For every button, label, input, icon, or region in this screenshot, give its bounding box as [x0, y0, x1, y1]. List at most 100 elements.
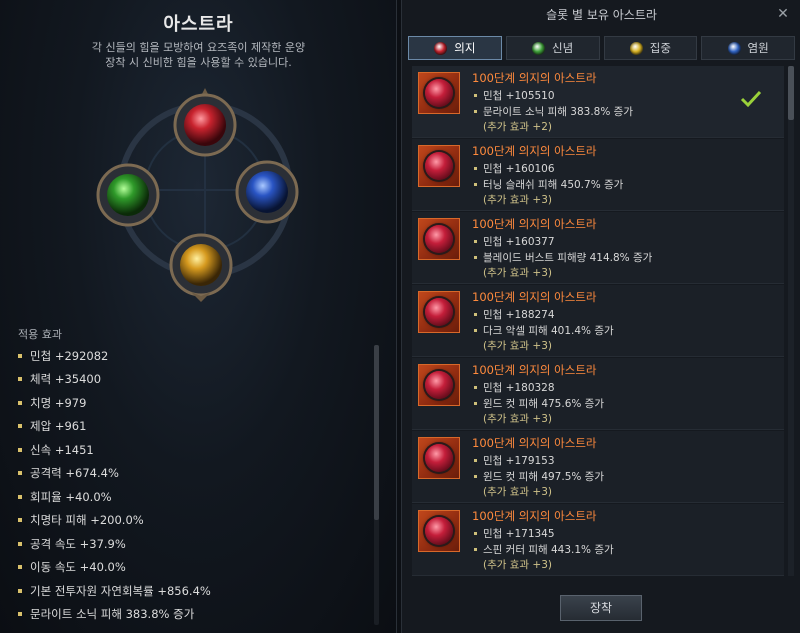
tab-faith[interactable]: 신념 — [505, 36, 600, 60]
effect-item: 기본 전투자원 자연회복률 +856.4% — [18, 579, 368, 603]
bullet-icon — [474, 532, 477, 535]
astra-stat: 민첩 +160377 — [483, 236, 555, 248]
astra-skill-line: 윈드 컷 피해 475.6% 증가 — [474, 396, 604, 411]
bullet-icon — [18, 588, 22, 593]
effect-item: 치명 +979 — [18, 391, 368, 415]
effect-item: 공격 속도 +37.9% — [18, 532, 368, 556]
bullet-icon — [474, 183, 477, 186]
tab-wish[interactable]: 염원 — [701, 36, 795, 60]
astra-stat-line: 민첩 +188274 — [474, 307, 555, 322]
red-gem-icon — [425, 298, 453, 326]
bullet-icon — [474, 459, 477, 462]
bullet-icon — [474, 167, 477, 170]
bullet-icon — [18, 518, 22, 523]
astra-stat-line: 민첩 +171345 — [474, 526, 555, 541]
tab-label: 신념 — [552, 41, 574, 55]
slot-focus-icon — [235, 160, 299, 224]
astra-skill-line: 다크 악셀 피해 401.4% 증가 — [474, 323, 614, 338]
astra-list-scroll-track[interactable] — [788, 66, 794, 576]
astra-list-item[interactable]: 100단계 의지의 아스트라 민첩 +171345 스핀 커터 피해 443.1% … — [412, 504, 784, 576]
astra-extra-effect: (추가 효과 +3) — [483, 340, 552, 352]
effect-text: 신속 +1451 — [30, 442, 94, 457]
astra-stat: 민첩 +180328 — [483, 382, 555, 394]
effect-item: 치명타 피해 +200.0% — [18, 509, 368, 533]
effect-item: 민첩 +292082 — [18, 344, 368, 368]
effect-item: 제압 +961 — [18, 415, 368, 439]
astra-list-item[interactable]: 100단계 의지의 아스트라 민첩 +160106 터닝 슬래쉬 피해 450.7%… — [412, 139, 784, 211]
owned-astra-panel: 슬롯 별 보유 아스트라 ✕ 의지 신념 집중 염원 100단계 의지의 아스트라 민첩… — [401, 0, 800, 633]
astra-list-item[interactable]: 100단계 의지의 아스트라 민첩 +179153 윈드 컷 피해 497.5% 증… — [412, 431, 784, 503]
astra-list-item[interactable]: 100단계 의지의 아스트라민첩 +188274 다크 악셀 피해 401.4% … — [412, 285, 784, 357]
bullet-icon — [18, 471, 22, 476]
effect-text: 제압 +961 — [30, 419, 87, 434]
red-gem-icon — [425, 517, 453, 545]
tab-will[interactable]: 의지 — [408, 36, 502, 60]
effect-item: 체력 +35400 — [18, 368, 368, 392]
effect-item: 공격력 +674.4% — [18, 462, 368, 486]
bullet-icon — [18, 424, 22, 429]
gem-dot-icon — [434, 41, 448, 55]
astra-stat-line: 민첩 +160106 — [474, 161, 555, 176]
bullet-icon — [474, 256, 477, 259]
effect-item: 이동 속도 +40.0% — [18, 556, 368, 580]
slot-will-icon — [173, 88, 237, 157]
astra-skill-line: 블레이드 버스트 피해량 414.8% 증가 — [474, 250, 652, 265]
astra-thumbnail — [418, 218, 460, 260]
astra-name: 100단계 의지의 아스트라 — [472, 436, 597, 450]
astra-list-item[interactable]: 100단계 의지의 아스트라민첩 +180328 윈드 컷 피해 475.6% 증… — [412, 358, 784, 430]
astra-overview-panel: 아스트라 각 신들의 힘을 모방하여 요즈족이 제작한 운양 장착 시 신비한 … — [0, 0, 397, 633]
panel-description: 각 신들의 힘을 모방하여 요즈족이 제작한 운양 장착 시 신비한 힘을 사용… — [0, 40, 396, 70]
bullet-icon — [474, 313, 477, 316]
applied-effects-list: 민첩 +292082 체력 +35400 치명 +979 제압 +961 신속 +145… — [18, 344, 368, 626]
description-line-2: 장착 시 신비한 힘을 사용할 수 있습니다. — [105, 56, 292, 69]
red-gem-icon — [425, 79, 453, 107]
astra-thumbnail — [418, 145, 460, 187]
effect-text: 기본 전투자원 자연회복률 +856.4% — [30, 583, 211, 598]
effects-scrollbar[interactable] — [374, 345, 379, 520]
astra-extra-effect: (추가 효과 +3) — [483, 486, 552, 498]
gem-dot-icon — [532, 41, 546, 55]
astra-name: 100단계 의지의 아스트라 — [472, 509, 597, 523]
red-gem-icon — [425, 371, 453, 399]
bullet-icon — [474, 94, 477, 97]
gem-dot-icon — [727, 41, 741, 55]
astra-thumbnail — [418, 364, 460, 406]
tab-label: 집중 — [649, 41, 671, 55]
effect-item: 회피율 +40.0% — [18, 485, 368, 509]
bullet-icon — [474, 110, 477, 113]
tab-focus[interactable]: 집중 — [603, 36, 698, 60]
close-icon[interactable]: ✕ — [776, 7, 790, 21]
astra-extra-effect: (추가 효과 +3) — [483, 267, 552, 279]
effect-text: 회피율 +40.0% — [30, 489, 112, 504]
astra-stat: 민첩 +171345 — [483, 528, 555, 540]
astra-list-item[interactable]: 100단계 의지의 아스트라 민첩 +160377 블레이드 버스트 피해량 414… — [412, 212, 784, 284]
astra-stat-line: 민첩 +180328 — [474, 380, 555, 395]
bullet-icon — [474, 402, 477, 405]
astra-list-scrollbar[interactable] — [788, 66, 794, 120]
astra-name: 100단계 의지의 아스트라 — [472, 144, 597, 158]
astra-name: 100단계 의지의 아스트라 — [472, 290, 597, 304]
bullet-icon — [18, 612, 22, 617]
bullet-icon — [474, 329, 477, 332]
red-gem-icon — [425, 152, 453, 180]
astra-slot-emblem — [96, 88, 299, 302]
astra-skill-line: 윈드 컷 피해 497.5% 증가 — [474, 469, 604, 484]
astra-list-item[interactable]: 100단계 의지의 아스트라 민첩 +105510 문라이트 소닉 피해 383.8… — [412, 66, 784, 138]
equip-button[interactable]: 장착 — [560, 595, 642, 621]
astra-extra-effect: (추가 효과 +3) — [483, 559, 552, 571]
astra-name: 100단계 의지의 아스트라 — [472, 363, 597, 377]
astra-stat-line: 민첩 +105510 — [474, 88, 555, 103]
astra-thumbnail — [418, 510, 460, 552]
bullet-icon — [18, 494, 22, 499]
astra-extra-effect: (추가 효과 +3) — [483, 413, 552, 425]
effect-text: 체력 +35400 — [30, 372, 102, 387]
effect-item: 신속 +1451 — [18, 438, 368, 462]
owned-astra-header: 슬롯 별 보유 아스트라 — [546, 8, 657, 22]
bullet-icon — [474, 548, 477, 551]
astra-thumbnail — [418, 72, 460, 114]
panel-title: 아스트라 — [163, 14, 234, 35]
slot-tabs: 의지 신념 집중 염원 — [408, 36, 795, 60]
bullet-icon — [18, 447, 22, 452]
bullet-icon — [474, 475, 477, 478]
effect-text: 공격 속도 +37.9% — [30, 536, 126, 551]
